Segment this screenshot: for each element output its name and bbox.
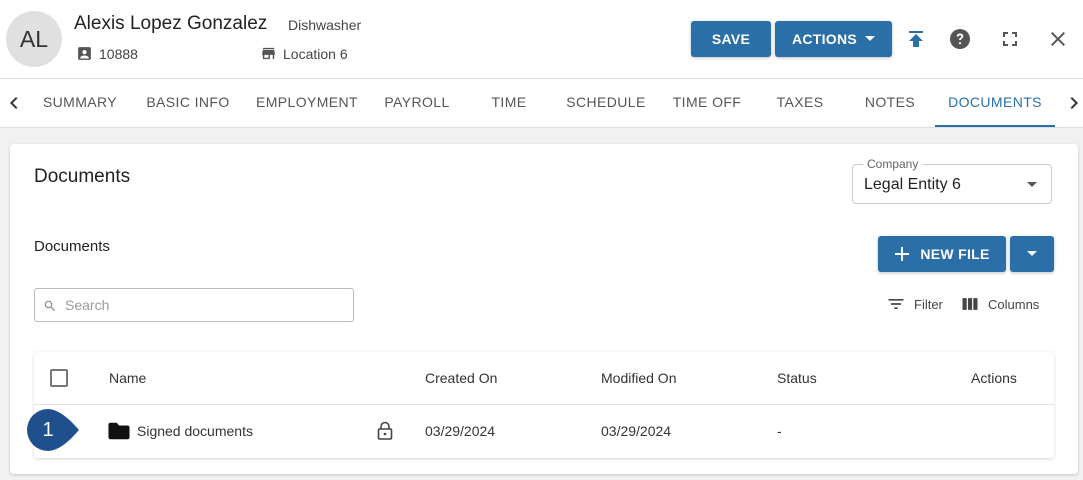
company-select[interactable]: Company Legal Entity 6 — [852, 157, 1052, 204]
new-file-button[interactable]: NEW FILE — [878, 236, 1006, 272]
table-header-row: Name Created On Modified On Status Actio… — [34, 352, 1054, 405]
publish-icon[interactable] — [903, 26, 929, 52]
column-header-actions: Actions — [971, 370, 1017, 386]
tab-bar: SUMMARY BASIC INFO EMPLOYMENT PAYROLL TI… — [0, 79, 1083, 128]
employee-title: Dishwasher — [288, 17, 362, 33]
tab-documents[interactable]: DOCUMENTS — [935, 79, 1055, 127]
actions-button[interactable]: ACTIONS — [775, 21, 892, 57]
tab-taxes[interactable]: TAXES — [765, 79, 835, 127]
page-title: Documents — [34, 166, 131, 187]
id-badge-icon — [78, 47, 91, 60]
new-file-menu-button[interactable] — [1010, 236, 1054, 272]
company-label: Company — [863, 157, 923, 171]
tab-time[interactable]: TIME — [474, 79, 544, 127]
status-value: - — [777, 423, 782, 439]
save-button[interactable]: SAVE — [691, 21, 771, 57]
employee-id: 10888 — [76, 45, 138, 62]
chevron-right-icon[interactable] — [1062, 91, 1083, 115]
document-name[interactable]: Signed documents — [137, 423, 253, 439]
employee-id-text: 10888 — [99, 45, 138, 62]
tab-payroll[interactable]: PAYROLL — [376, 79, 458, 127]
help-icon[interactable] — [947, 26, 973, 52]
tab-time-off[interactable]: TIME OFF — [666, 79, 748, 127]
filter-label: Filter — [914, 296, 943, 312]
tab-basic-info[interactable]: BASIC INFO — [138, 79, 238, 127]
filter-icon — [888, 299, 904, 309]
tab-schedule[interactable]: SCHEDULE — [561, 79, 651, 127]
created-on-value: 03/29/2024 — [425, 423, 496, 439]
column-header-status[interactable]: Status — [777, 370, 817, 386]
avatar: AL — [6, 11, 62, 67]
column-header-modified-on[interactable]: Modified On — [601, 370, 676, 386]
select-all-checkbox[interactable] — [50, 369, 68, 387]
columns-icon — [962, 298, 978, 310]
callout-number: 1 — [42, 418, 54, 441]
new-file-label: NEW FILE — [920, 246, 990, 262]
folder-icon — [108, 422, 130, 440]
columns-button[interactable]: Columns — [960, 294, 1039, 314]
caret-down-icon — [1027, 182, 1037, 187]
actions-label: ACTIONS — [791, 31, 858, 47]
search-icon — [44, 300, 55, 311]
lock-icon — [377, 421, 393, 440]
filter-button[interactable]: Filter — [886, 294, 943, 314]
store-icon — [262, 47, 275, 60]
fullscreen-icon[interactable] — [997, 26, 1023, 52]
modified-on-value: 03/29/2024 — [601, 423, 672, 439]
employee-location: Location 6 — [260, 45, 348, 62]
search-input[interactable] — [65, 295, 345, 315]
tab-summary[interactable]: SUMMARY — [30, 79, 130, 127]
tab-employment[interactable]: EMPLOYMENT — [248, 79, 366, 127]
caret-down-icon — [1027, 251, 1037, 256]
column-header-name[interactable]: Name — [109, 370, 146, 386]
documents-card: Documents Company Legal Entity 6 Documen… — [10, 144, 1078, 474]
plus-icon — [895, 247, 910, 261]
close-icon[interactable] — [1045, 26, 1071, 52]
chevron-left-icon[interactable] — [2, 91, 26, 115]
documents-table: Name Created On Modified On Status Actio… — [34, 352, 1054, 458]
company-value: Legal Entity 6 — [864, 176, 961, 193]
caret-down-icon — [865, 36, 876, 41]
tab-notes[interactable]: NOTES — [853, 79, 927, 127]
column-header-created-on[interactable]: Created On — [425, 370, 497, 386]
table-row[interactable]: Signed documents 03/29/2024 03/29/2024 - — [34, 405, 1054, 458]
location-text: Location 6 — [283, 45, 348, 62]
columns-label: Columns — [988, 296, 1040, 312]
search-field — [34, 288, 354, 322]
section-title: Documents — [34, 238, 110, 255]
employee-name: Alexis Lopez Gonzalez — [74, 13, 268, 34]
employee-header: AL Alexis Lopez Gonzalez Dishwasher 1088… — [0, 0, 1083, 79]
